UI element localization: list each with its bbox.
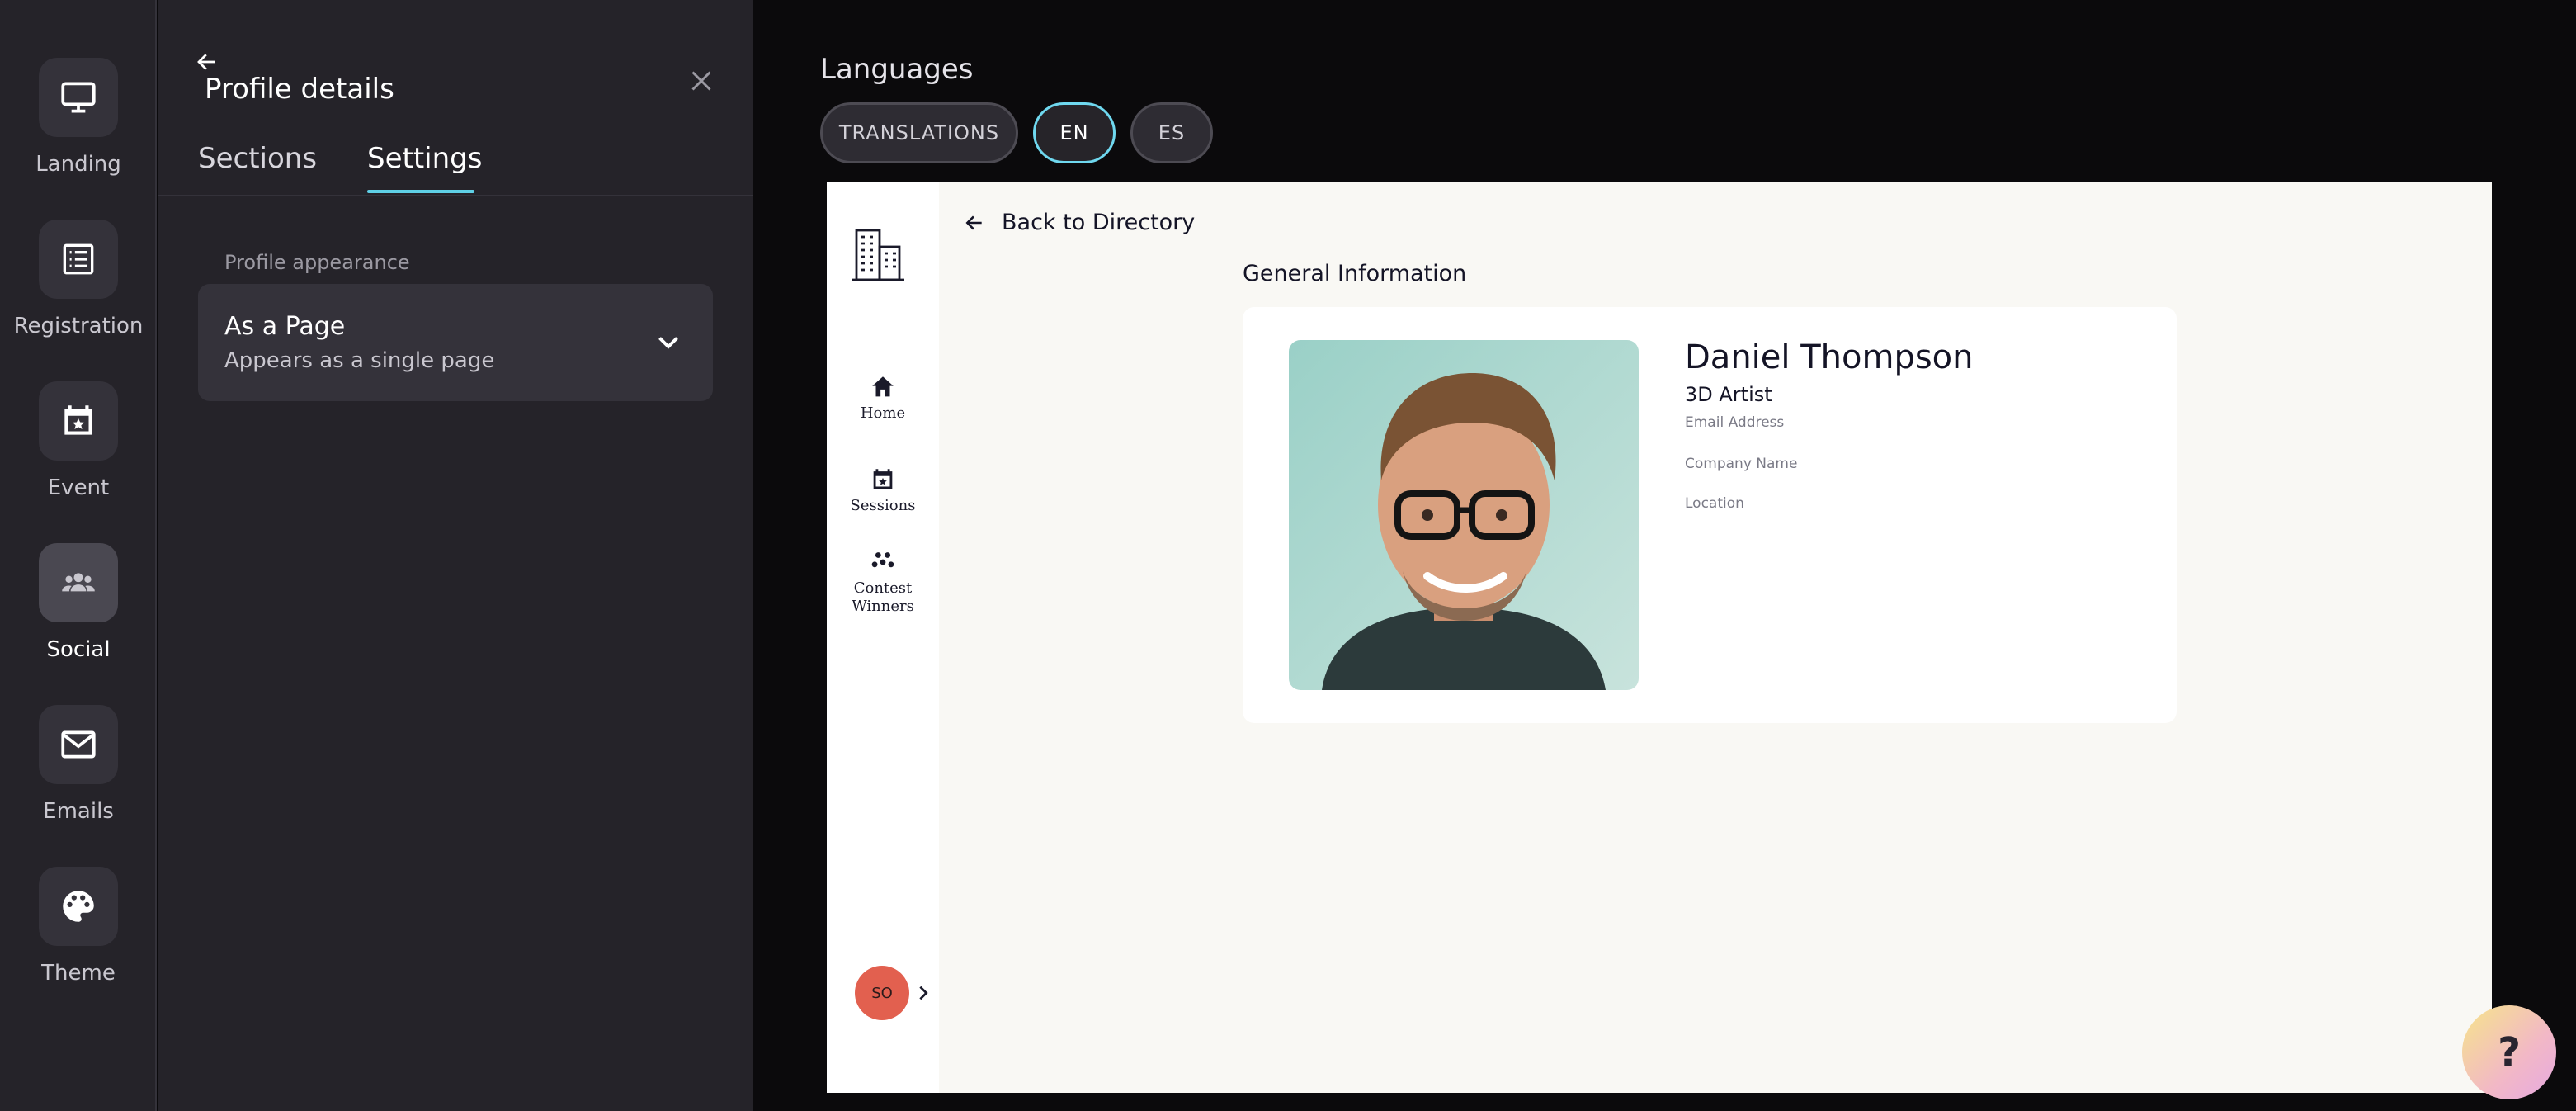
monitor-icon — [39, 58, 118, 137]
rail-item-theme[interactable]: Theme — [0, 867, 157, 999]
tab-divider — [158, 195, 753, 196]
general-information-title: General Information — [1243, 261, 1467, 286]
panel-title: Profile details — [205, 73, 394, 106]
rail-item-social[interactable]: Social — [0, 543, 157, 675]
palette-icon — [39, 867, 118, 946]
rail-label: Emails — [43, 799, 114, 824]
chip-translations[interactable]: TRANSLATIONS — [820, 102, 1018, 163]
select-value: As a Page — [224, 312, 346, 341]
trophy-dots-icon — [871, 552, 894, 568]
building-logo-icon — [852, 229, 904, 281]
calendar-icon — [873, 469, 893, 489]
rail-label: Theme — [41, 961, 116, 986]
back-to-directory-label: Back to Directory — [1002, 210, 1196, 235]
home-icon — [872, 376, 894, 397]
preview-nav-label: Sessions — [850, 497, 916, 514]
rail-label: Landing — [35, 152, 121, 177]
profile-appearance-label: Profile appearance — [224, 251, 410, 274]
rail-label: Registration — [13, 314, 144, 338]
people-icon — [39, 543, 118, 622]
chevron-down-icon — [658, 337, 678, 349]
tab-settings[interactable]: Settings — [367, 142, 482, 193]
chip-en[interactable]: EN — [1033, 102, 1116, 163]
profile-preview: Home Sessions Contest Winners SO Back to… — [827, 182, 2492, 1093]
profile-photo — [1289, 340, 1639, 690]
calendar-star-icon — [39, 381, 118, 461]
arrow-left-icon — [965, 215, 982, 230]
help-button[interactable]: ? — [2462, 1005, 2556, 1099]
active-tab-indicator — [367, 190, 474, 193]
tab-sections[interactable]: Sections — [198, 142, 317, 193]
email-address-field: Email Address — [1685, 414, 1785, 431]
profile-details-panel: Profile details Sections Settings Profil… — [158, 0, 753, 1111]
mail-icon — [39, 705, 118, 784]
select-description: Appears as a single page — [224, 348, 495, 373]
profile-role: 3D Artist — [1685, 383, 1772, 406]
main-area: Languages TRANSLATIONS EN ES Home Sessio… — [753, 0, 2576, 1111]
avatar[interactable]: SO — [855, 966, 909, 1020]
preview-nav-home[interactable]: Home — [827, 373, 939, 422]
chip-es[interactable]: ES — [1130, 102, 1213, 163]
list-icon — [39, 220, 118, 299]
app-root: Landing Registration Event Social Emails — [0, 0, 2576, 1111]
rail-label: Social — [46, 637, 111, 662]
languages-title: Languages — [820, 53, 974, 86]
profile-appearance-select[interactable]: As a Page Appears as a single page — [198, 284, 713, 401]
left-rail: Landing Registration Event Social Emails — [0, 0, 157, 1111]
back-arrow-icon[interactable] — [195, 50, 219, 74]
preview-nav-label: Home — [860, 404, 906, 422]
preview-nav-sessions[interactable]: Sessions — [827, 466, 939, 514]
rail-item-registration[interactable]: Registration — [0, 220, 157, 352]
location-field: Location — [1685, 495, 1744, 512]
close-icon[interactable] — [686, 66, 716, 96]
profile-name: Daniel Thompson — [1685, 338, 1974, 376]
preview-sidebar: Home Sessions Contest Winners SO — [827, 182, 939, 1093]
chevron-right-icon[interactable] — [914, 982, 932, 1004]
rail-item-emails[interactable]: Emails — [0, 705, 157, 837]
rail-item-event[interactable]: Event — [0, 381, 157, 513]
back-to-directory-link[interactable]: Back to Directory — [964, 210, 1195, 235]
profile-card: Daniel Thompson 3D Artist Email Address … — [1243, 307, 2177, 723]
company-name-field: Company Name — [1685, 456, 1798, 472]
preview-nav-label: Contest Winners — [852, 579, 914, 615]
rail-item-landing[interactable]: Landing — [0, 58, 157, 190]
preview-nav-contest-winners[interactable]: Contest Winners — [827, 548, 939, 616]
rail-label: Event — [47, 475, 110, 500]
